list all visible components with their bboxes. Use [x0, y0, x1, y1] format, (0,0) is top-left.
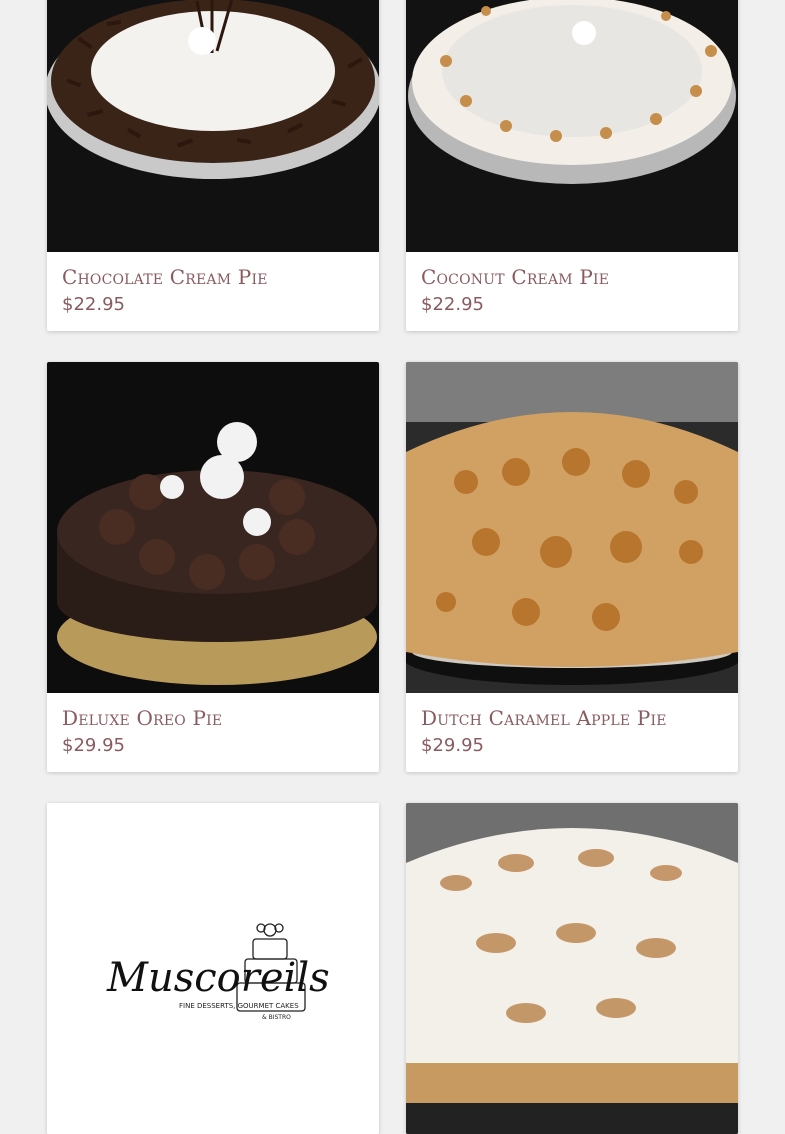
product-image[interactable]: Muscoreils FINE DESSERTS, GOURMET CAKES …	[47, 803, 379, 1134]
chocolate-cream-pie-image	[47, 0, 379, 252]
dutch-caramel-apple-pie-image	[406, 362, 738, 693]
product-card[interactable]: Chocolate Cream Pie $22.95	[47, 0, 379, 331]
product-info: Dutch Caramel Apple Pie $29.95	[406, 693, 738, 772]
product-image[interactable]	[406, 362, 738, 693]
product-name[interactable]: Dutch Caramel Apple Pie	[421, 705, 723, 731]
product-name[interactable]: Deluxe Oreo Pie	[62, 705, 364, 731]
product-card[interactable]: Muscoreils FINE DESSERTS, GOURMET CAKES …	[47, 803, 379, 1134]
muscoreils-logo: Muscoreils FINE DESSERTS, GOURMET CAKES …	[47, 803, 379, 1134]
product-name[interactable]: Chocolate Cream Pie	[62, 264, 364, 290]
meringue-pie-image	[406, 803, 738, 1134]
product-image[interactable]	[406, 803, 738, 1134]
product-grid: Chocolate Cream Pie $22.95 Coconut Cream…	[47, 0, 738, 1134]
product-price: $22.95	[421, 294, 484, 315]
logo-brand-text: Muscoreils	[106, 955, 330, 1001]
product-card[interactable]	[406, 803, 738, 1134]
product-name[interactable]: Coconut Cream Pie	[421, 264, 723, 290]
product-card[interactable]: Deluxe Oreo Pie $29.95	[47, 362, 379, 772]
product-price: $29.95	[62, 735, 125, 756]
product-image[interactable]	[406, 0, 738, 252]
product-card[interactable]: Coconut Cream Pie $22.95	[406, 0, 738, 331]
coconut-cream-pie-image	[406, 0, 738, 252]
product-card[interactable]: Dutch Caramel Apple Pie $29.95	[406, 362, 738, 772]
product-image[interactable]	[47, 0, 379, 252]
logo-tagline: FINE DESSERTS, GOURMET CAKES	[179, 1002, 299, 1010]
deluxe-oreo-pie-image	[47, 362, 379, 693]
product-image[interactable]	[47, 362, 379, 693]
product-price: $29.95	[421, 735, 484, 756]
product-info: Coconut Cream Pie $22.95	[406, 252, 738, 331]
product-price: $22.95	[62, 294, 125, 315]
logo-subtitle: & BISTRO	[262, 1014, 291, 1021]
product-info: Chocolate Cream Pie $22.95	[47, 252, 379, 331]
product-info: Deluxe Oreo Pie $29.95	[47, 693, 379, 772]
